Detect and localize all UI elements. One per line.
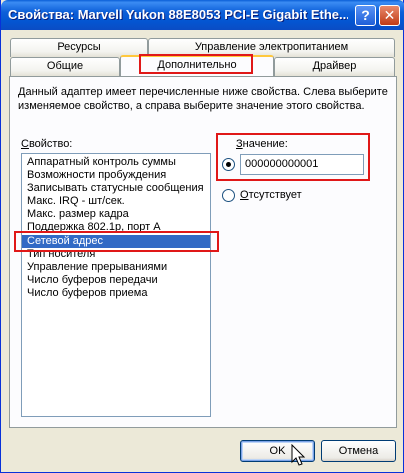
property-list-item[interactable]: Число буферов передачи bbox=[22, 274, 210, 287]
property-list-item[interactable]: Поддержка 802.1p, порт A bbox=[22, 221, 210, 234]
property-list-item[interactable]: Макс. размер кадра bbox=[22, 208, 210, 221]
tab-advanced[interactable]: Дополнительно bbox=[120, 55, 274, 76]
value-label-rest: начение: bbox=[242, 138, 288, 150]
property-list-item[interactable]: Тип носителя bbox=[22, 248, 210, 261]
tab-driver[interactable]: Драйвер bbox=[274, 57, 395, 76]
description-text: Данный адаптер имеет перечисленные ниже … bbox=[18, 86, 388, 112]
help-button[interactable]: ? bbox=[355, 5, 376, 26]
cancel-button[interactable]: Отмена bbox=[321, 440, 396, 462]
properties-dialog: Свойства: Marvell Yukon 88E8053 PCI-E Gi… bbox=[0, 0, 404, 473]
property-list-item[interactable]: Сетевой адрес bbox=[22, 234, 210, 248]
property-list-item[interactable]: Управление прерываниями bbox=[22, 261, 210, 274]
window-title: Свойства: Marvell Yukon 88E8053 PCI-E Gi… bbox=[8, 7, 348, 22]
value-input[interactable]: 000000000001 bbox=[240, 154, 364, 175]
tab-general[interactable]: Общие bbox=[10, 57, 120, 76]
radio-dot bbox=[226, 162, 231, 167]
property-label: Свойство: bbox=[21, 138, 73, 150]
property-list-item[interactable]: Макс. IRQ - шт/сек. bbox=[22, 195, 210, 208]
value-label: Значение: bbox=[236, 138, 288, 150]
property-list-item[interactable]: Число буферов приема bbox=[22, 287, 210, 300]
property-label-rest: войство: bbox=[28, 138, 73, 150]
property-list-item[interactable]: Записывать статусные сообщения bbox=[22, 182, 210, 195]
close-button[interactable]: ✕ bbox=[379, 5, 400, 26]
absent-label: Отсутствует bbox=[240, 189, 302, 201]
mouse-cursor-icon bbox=[291, 444, 306, 466]
absent-radio[interactable] bbox=[222, 189, 235, 202]
absent-label-rest: тсутствует bbox=[248, 189, 302, 201]
property-list[interactable]: Аппаратный контроль суммы Возможности про… bbox=[21, 153, 211, 417]
value-radio[interactable] bbox=[222, 158, 235, 171]
property-list-item[interactable]: Возможности пробуждения bbox=[22, 169, 210, 182]
property-list-item[interactable]: Аппаратный контроль суммы bbox=[22, 156, 210, 169]
title-bar[interactable]: Свойства: Marvell Yukon 88E8053 PCI-E Gi… bbox=[1, 0, 404, 30]
